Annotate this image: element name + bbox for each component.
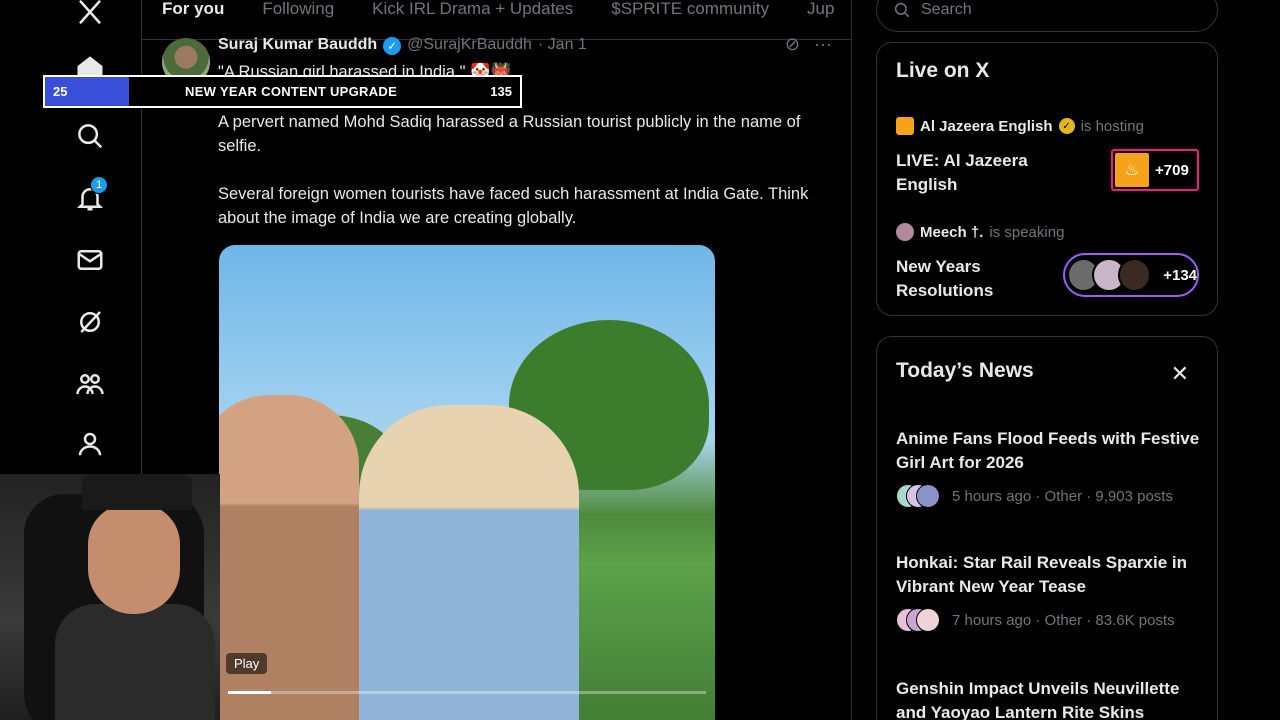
live-item-host[interactable]: Al Jazeera English ✓ is hosting [896,117,1144,135]
grok-explain-icon[interactable]: ⊘ [785,34,800,55]
overlay-count-left: 25 [45,77,129,106]
overlay-count-right: 135 [490,84,512,99]
news-item[interactable]: Anime Fans Flood Feeds with Festive Girl… [896,427,1206,508]
overlay-title: NEW YEAR CONTENT UPGRADE [185,84,398,99]
tab-following[interactable]: Following [262,0,334,39]
verified-badge-icon: ✓ [383,37,402,55]
news-avatar-stack [896,608,940,632]
webcam-person-body [55,604,215,720]
profile-icon[interactable] [72,426,108,462]
live-item-title[interactable]: LIVE: Al Jazeera English [896,149,1086,197]
webcam-person-hat [82,474,192,510]
video-progress-fill [228,691,272,694]
author-handle[interactable]: @SurajKrBauddh [407,36,532,55]
x-logo-icon[interactable] [72,0,108,30]
news-panel-title: Today’s News [896,359,1034,382]
post-actions: ⊘ ··· [785,34,832,55]
close-icon[interactable]: ✕ [1171,361,1189,387]
verified-gold-icon: ✓ [1058,118,1075,134]
live-panel-title: Live on X [896,59,990,82]
news-meta-row: 7 hours ago · Other · 83.6K posts [896,608,1206,632]
news-item[interactable]: Honkai: Star Rail Reveals Sparxie in Vib… [896,551,1206,632]
timeline-tabs: For you Following Kick IRL Drama + Updat… [142,0,851,40]
host-name: Meech †. [920,223,984,241]
host-avatar [896,117,914,135]
todays-news-panel: Today’s News ✕ Anime Fans Flood Feeds wi… [876,336,1218,720]
host-name: Al Jazeera English [920,117,1053,135]
tab-kick-irl-drama[interactable]: Kick IRL Drama + Updates [372,0,573,39]
news-title: Genshin Impact Unveils Neuvillette and Y… [896,679,1180,720]
live-listeners-pill[interactable]: ♨ +709 [1111,149,1199,191]
post-date[interactable]: · Jan 1 [538,36,587,55]
search-icon [894,2,910,18]
live-listeners-pill[interactable]: +134 [1063,253,1199,297]
stream-goal-overlay: 25 NEW YEAR CONTENT UPGRADE 135 [43,75,522,108]
live-item-host[interactable]: Meech †. is speaking [896,223,1064,241]
notifications-badge: 1 [90,176,108,194]
tab-sprite-community[interactable]: $SPRITE community [611,0,769,39]
post-text-line2: A pervert named Mohd Sadiq harassed a Ru… [218,113,801,155]
notifications-bell-icon[interactable]: 1 [72,176,108,216]
search-input[interactable]: Search [876,0,1218,32]
live-item-title[interactable]: New Years Resolutions [896,255,1046,303]
post-video[interactable]: Play [219,245,715,720]
space-avatar-icon: ♨ [1115,153,1149,187]
search-placeholder: Search [921,1,972,18]
news-item[interactable]: Genshin Impact Unveils Neuvillette and Y… [896,677,1206,720]
listener-count: +134 [1163,266,1198,284]
explore-search-icon[interactable] [72,118,108,154]
listener-avatar [1117,258,1152,292]
host-status: is speaking [989,223,1065,241]
news-avatar-stack [896,484,940,508]
news-meta-row: 5 hours ago · Other · 9,903 posts [896,484,1206,508]
tab-for-you[interactable]: For you [162,0,224,39]
post-header: Suraj Kumar Bauddh ✓ @SurajKrBauddh · Ja… [218,36,587,55]
play-label[interactable]: Play [226,653,268,674]
news-title: Honkai: Star Rail Reveals Sparxie in Vib… [896,553,1188,596]
video-progress-bar[interactable] [228,691,706,694]
communities-icon[interactable] [72,366,108,402]
author-name[interactable]: Suraj Kumar Bauddh [218,36,377,55]
post-text-line3: Several foreign women tourists have face… [218,185,809,227]
video-scene-person [359,405,579,720]
streamer-webcam [0,474,220,720]
listener-count: +709 [1155,161,1189,179]
host-avatar [896,223,914,241]
news-title: Anime Fans Flood Feeds with Festive Girl… [896,429,1200,472]
grok-icon[interactable] [72,304,108,340]
messages-envelope-icon[interactable] [72,242,108,278]
news-meta: 5 hours ago · Other · 9,903 posts [952,487,1173,505]
timeline-column: For you Following Kick IRL Drama + Updat… [142,0,852,720]
more-options-icon[interactable]: ··· [814,34,832,55]
webcam-person-face [88,504,180,614]
host-status: is hosting [1080,117,1144,135]
live-on-x-panel: Live on X Al Jazeera English ✓ is hostin… [876,42,1218,316]
news-meta: 7 hours ago · Other · 83.6K posts [952,611,1175,629]
